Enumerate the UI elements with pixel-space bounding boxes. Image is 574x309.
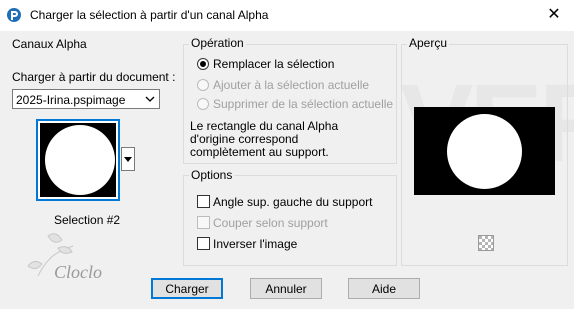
checkbox-couper[interactable] — [197, 216, 210, 229]
operation-legend: Opération — [189, 36, 246, 50]
selection-thumbnail[interactable] — [36, 119, 120, 201]
thumbnail-preview — [40, 123, 116, 197]
radio-remplacer[interactable] — [197, 58, 209, 70]
thumbnail-circle — [45, 125, 115, 195]
checkbox-inverser-label: Inverser l'image — [213, 237, 298, 251]
checkbox-couper-label: Couper selon support — [213, 216, 328, 230]
window-title: Charger la sélection à partir d'un canal… — [30, 8, 269, 22]
title-bar: Charger la sélection à partir d'un canal… — [0, 0, 574, 31]
preview-circle — [447, 114, 522, 189]
close-button[interactable]: ✕ — [534, 0, 574, 31]
document-label: Charger à partir du document : — [12, 70, 176, 84]
charger-button[interactable]: Charger — [151, 278, 223, 299]
paintshop-app-icon — [7, 8, 21, 22]
cloclo-logo: Cloclo — [27, 233, 102, 282]
radio-supprimer[interactable] — [197, 98, 209, 110]
radio-remplacer-label: Remplacer la sélection — [213, 57, 335, 71]
close-icon: ✕ — [547, 6, 561, 23]
info-line-3: complètement au support. — [190, 145, 329, 159]
radio-ajouter-label: Ajouter à la sélection actuelle — [213, 78, 370, 92]
selection-name: Selection #2 — [54, 213, 121, 227]
apercu-legend: Aperçu — [407, 36, 450, 50]
radio-ajouter[interactable] — [197, 79, 209, 91]
radio-supprimer-label: Supprimer de la sélection actuelle — [213, 97, 394, 111]
checkbox-angle[interactable] — [197, 195, 210, 208]
transparency-toggle[interactable] — [478, 235, 494, 251]
info-line-1: Le rectangle du canal Alpha — [190, 119, 339, 133]
thumbnail-dropdown-button[interactable] — [121, 147, 135, 171]
triangle-down-icon — [124, 157, 132, 162]
checkerboard-icon — [479, 236, 493, 250]
canaux-alpha-legend: Canaux Alpha — [12, 37, 87, 51]
document-select-value: 2025-Irina.pspimage — [16, 93, 126, 107]
aide-button[interactable]: Aide — [348, 278, 420, 299]
annuler-button[interactable]: Annuler — [250, 278, 322, 299]
preview-canvas — [414, 107, 555, 195]
options-legend: Options — [189, 168, 235, 182]
checkbox-angle-label: Angle sup. gauche du support — [213, 195, 373, 209]
cloclo-text: Cloclo — [54, 262, 102, 282]
chevron-down-icon — [145, 96, 155, 102]
document-select[interactable]: 2025-Irina.pspimage — [12, 89, 160, 109]
info-line-2: d'origine correspond — [190, 132, 299, 146]
checkbox-inverser[interactable] — [197, 237, 210, 250]
